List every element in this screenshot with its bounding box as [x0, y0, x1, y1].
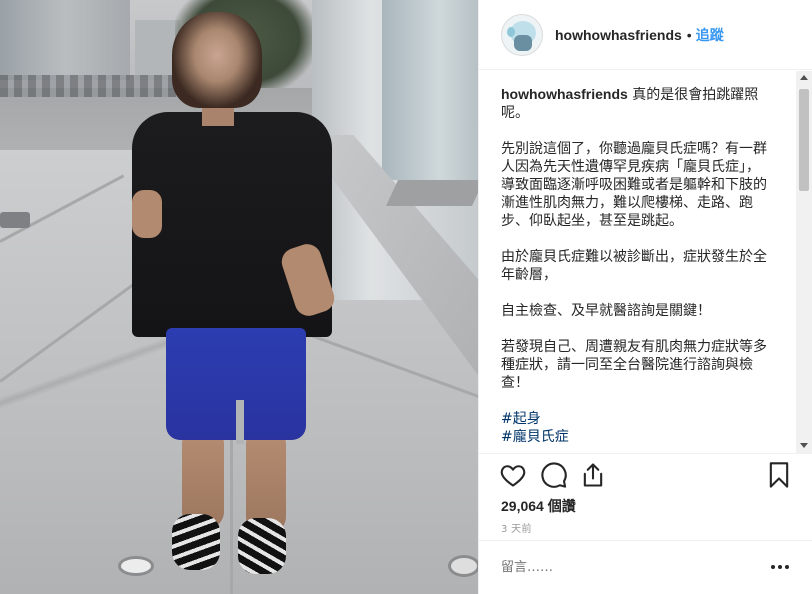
- avatar-shape: [514, 34, 532, 51]
- bookmark-icon[interactable]: [765, 461, 793, 489]
- caption-intro: howhowhasfriends 真的是很會拍跳躍照呢。: [501, 85, 773, 122]
- photo-drain: [385, 180, 478, 206]
- avatar-shape: [507, 26, 515, 37]
- caption-paragraph: 先別說這個了，你聽過龐貝氏症嗎？有一群人因為先天性遺傳罕見疾病「龐貝氏症」，導致…: [501, 141, 767, 229]
- scroll-down-arrow-icon[interactable]: [800, 443, 808, 448]
- caption-paragraph: 自主檢查、及早就醫諮詢是關鍵！: [501, 303, 711, 319]
- heart-icon[interactable]: [499, 461, 527, 489]
- photo-person-slipper: [238, 518, 286, 574]
- post-timestamp[interactable]: 3 天前: [501, 520, 532, 535]
- caption-scrollbar[interactable]: [796, 71, 812, 454]
- photo-ground-light: [448, 555, 478, 577]
- photo-person-shorts-gap: [236, 400, 244, 444]
- photo-person-arm: [132, 190, 162, 238]
- comment-icon[interactable]: [540, 461, 568, 489]
- comment-input[interactable]: [501, 560, 751, 575]
- photo-person-head: [172, 12, 262, 108]
- more-dot: [778, 565, 782, 569]
- photo-parked-scooters: [0, 75, 180, 97]
- share-icon[interactable]: [579, 461, 607, 489]
- photo-person-slipper: [172, 514, 220, 570]
- scrollbar-thumb[interactable]: [799, 89, 809, 191]
- post-actions: [479, 455, 812, 495]
- more-dot: [785, 565, 789, 569]
- follow-button[interactable]: 追蹤: [696, 25, 724, 45]
- caption-scroll-area[interactable]: howhowhasfriends 真的是很會拍跳躍照呢。 先別說這個了，你聽過龐…: [479, 71, 812, 454]
- caption-username[interactable]: howhowhasfriends: [501, 86, 628, 102]
- post-caption: howhowhasfriends 真的是很會拍跳躍照呢。 先別說這個了，你聽過龐…: [501, 85, 773, 446]
- post-photo[interactable]: [0, 0, 478, 594]
- hashtag-link[interactable]: #龐貝氏症: [501, 428, 773, 446]
- username-link[interactable]: howhowhasfriends: [555, 27, 682, 43]
- more-options-icon[interactable]: [771, 565, 789, 569]
- post-header: howhowhasfriends • 追蹤: [479, 0, 812, 70]
- post-sidebar: howhowhasfriends • 追蹤 howhowhasfriends 真…: [478, 0, 812, 594]
- caption-paragraph: 由於龐貝氏症難以被診斷出，症狀發生於全年齡層，: [501, 249, 767, 283]
- scroll-up-arrow-icon[interactable]: [800, 75, 808, 80]
- photo-manhole: [0, 212, 30, 228]
- photo-building-glass: [382, 0, 478, 180]
- separator-dot: •: [686, 26, 692, 43]
- photo-ground-light: [118, 556, 154, 576]
- caption-paragraph: 若發現自己、周遭親友有肌肉無力症狀等多種症狀，請一同至全台醫院進行諮詢與檢查！: [501, 339, 767, 391]
- photo-building-left: [0, 0, 130, 80]
- like-count[interactable]: 29,064 個讚: [501, 496, 576, 516]
- avatar[interactable]: [501, 13, 543, 56]
- comment-bar: [479, 540, 812, 594]
- hashtag-link[interactable]: #起身: [501, 410, 773, 428]
- more-dot: [771, 565, 775, 569]
- photo-person-leg: [182, 428, 224, 528]
